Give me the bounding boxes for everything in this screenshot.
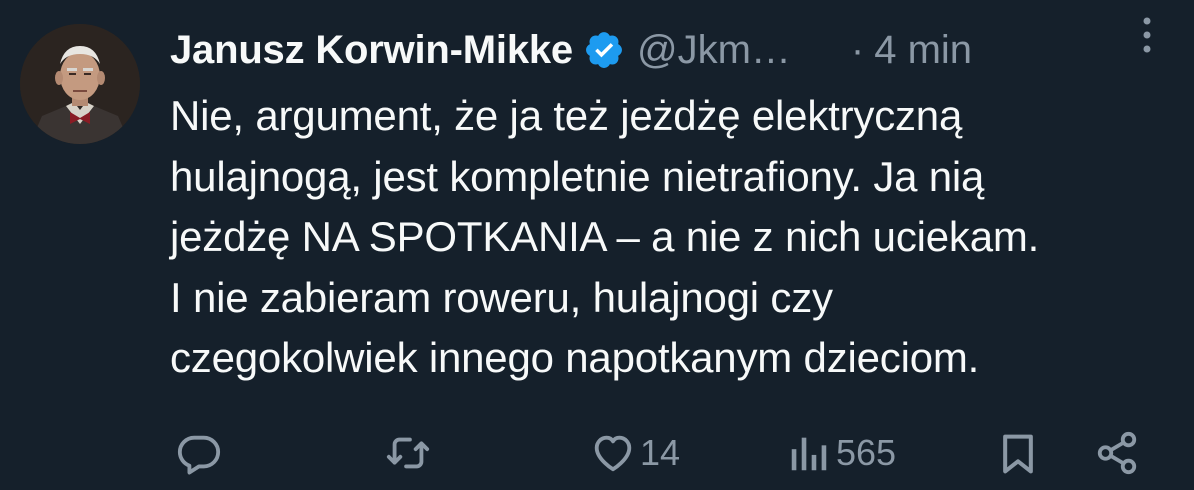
tweet-actions: 14 565	[170, 424, 1180, 484]
retweet-icon	[386, 437, 430, 469]
like-button[interactable]: 14	[590, 430, 680, 476]
reply-icon	[177, 435, 221, 475]
views-count: 565	[836, 432, 897, 473]
tweet-timestamp[interactable]: 4 min	[874, 28, 972, 73]
tweet-text-line: Nie, argument, że ja też jeżdżę elektryc…	[170, 92, 963, 139]
author-handle[interactable]: @Jkm…	[637, 28, 791, 73]
tweet-text-line: hulajnogą, jest kompletnie nietrafiony. …	[170, 152, 985, 200]
tweet[interactable]: Janusz Korwin-Mikke @Jkm… · 4 min Nie, a…	[0, 0, 1194, 490]
tweet-text: Nie, argument, że ja też jeżdżę elektryc…	[170, 86, 1180, 389]
share-icon	[1097, 431, 1137, 475]
more-options-icon[interactable]	[1140, 12, 1154, 58]
avatar-portrait-icon	[20, 24, 140, 144]
bookmark-button[interactable]	[996, 430, 1040, 478]
views-chart-icon	[791, 437, 827, 471]
avatar[interactable]	[20, 24, 140, 144]
views-button[interactable]: 565	[786, 430, 896, 476]
heart-icon	[594, 435, 632, 472]
tweet-text-line: I nie zabieram roweru, hulajnogi czy	[170, 273, 833, 321]
verified-badge-icon[interactable]	[583, 29, 625, 71]
tweet-text-line: jeżdżę NA SPOTKANIA – a nie z nich uciek…	[170, 213, 1040, 260]
bookmark-icon	[1003, 434, 1033, 474]
meta-separator: ·	[850, 27, 865, 72]
share-button[interactable]	[1094, 430, 1140, 476]
author-display-name[interactable]: Janusz Korwin-Mikke	[170, 28, 573, 73]
tweet-text-line: czegokolwiek innego napotkanym dzieciom.	[170, 334, 980, 381]
tweet-header: Janusz Korwin-Mikke @Jkm… · 4 min	[170, 20, 1174, 80]
like-count: 14	[640, 432, 681, 473]
reply-button[interactable]	[176, 430, 222, 476]
retweet-button[interactable]	[384, 430, 432, 476]
